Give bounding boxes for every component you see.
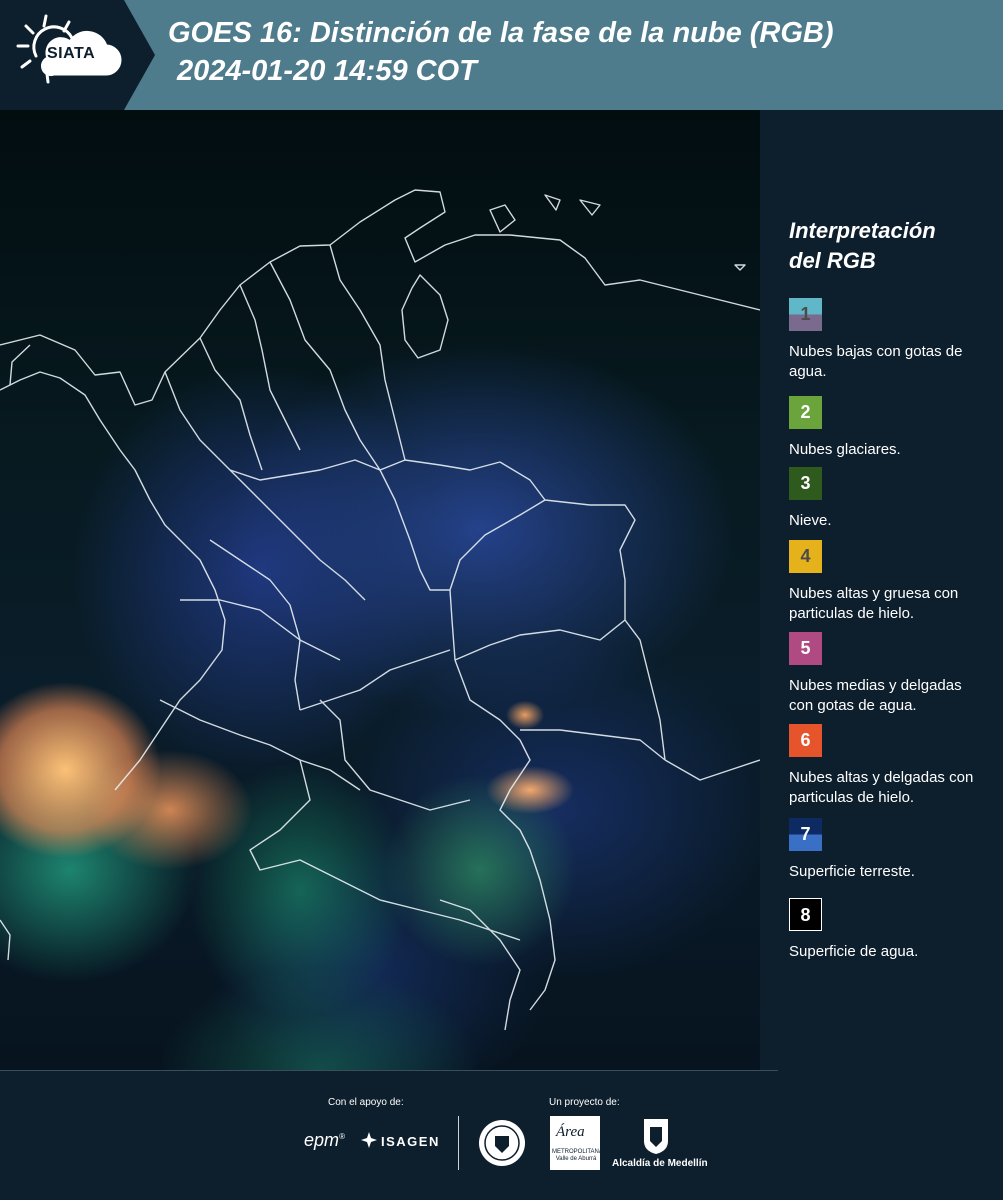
siata-logo-text: SIATA — [47, 45, 96, 62]
alcaldia-shield-icon — [644, 1119, 668, 1154]
legend-number: 5 — [800, 638, 811, 658]
area-logo-subtitle: METROPOLITANA Valle de Aburrá — [552, 1149, 603, 1162]
footer: Con el apoyo de: Un proyecto de: epm® IS… — [0, 1070, 1003, 1200]
title-product: GOES 16: Distinción de la fase de la nub… — [168, 17, 834, 49]
footer-separator — [458, 1116, 459, 1170]
legend-item-7: 7 Superficie terreste. — [789, 818, 989, 882]
legend-item-8: 8 Superficie de agua. — [789, 898, 989, 962]
project-label: Un proyecto de: — [549, 1097, 620, 1108]
legend-swatch-5: 5 — [789, 632, 822, 665]
alcaldia-logo-text: Alcaldía de Medellín — [612, 1158, 708, 1169]
epm-logo: epm® — [304, 1130, 345, 1150]
legend-swatch-4: 4 — [789, 540, 822, 573]
legend-number: 6 — [800, 730, 811, 750]
epm-logo-text: epm — [304, 1130, 340, 1150]
legend-swatch-3: 3 — [789, 467, 822, 500]
legend-number: 4 — [800, 546, 811, 566]
legend-description: Nubes altas y gruesa con particulas de h… — [789, 585, 959, 622]
legend-swatch-8: 8 — [789, 898, 822, 931]
title-timestamp: 2024-01-20 14:59 COT — [177, 55, 477, 87]
page-title: GOES 16: Distinción de la fase de la nub… — [168, 14, 988, 90]
legend-number: 3 — [800, 473, 811, 493]
legend-description: Superficie terreste. — [789, 863, 915, 880]
isagen-logo: ISAGEN — [381, 1134, 440, 1149]
legend-description: Nubes altas y delgadas con particulas de… — [789, 769, 974, 806]
legend-item-5: 5 Nubes medias y delgadas con gotas de ag… — [789, 632, 989, 716]
isagen-icon — [361, 1132, 377, 1148]
area-metropolitana-logo: Área METROPOLITANA Valle de Aburrá — [550, 1116, 603, 1170]
footer-divider — [0, 1070, 778, 1071]
legend-number: 7 — [800, 824, 811, 844]
legend-swatch-7: 7 — [789, 818, 822, 851]
legend-item-1: 1 Nubes bajas con gotas de agua. — [789, 298, 989, 382]
legend-description: Nubes bajas con gotas de agua. — [789, 343, 963, 380]
header-bar: SIATA GOES 16: Distinción de la fase de … — [0, 0, 1003, 110]
legend-description: Nieve. — [789, 512, 832, 529]
legend-number: 2 — [800, 402, 811, 422]
legend-description: Superficie de agua. — [789, 943, 919, 960]
country-borders — [0, 189, 760, 1031]
legend-item-3: 3 Nieve. — [789, 467, 989, 531]
legend-number: 1 — [800, 304, 811, 324]
satellite-map[interactable] — [0, 110, 760, 1070]
siata-logo: SIATA — [0, 0, 155, 110]
legend-item-4: 4 Nubes altas y gruesa con particulas de … — [789, 540, 989, 624]
legend: Interpretación del RGB — [789, 216, 999, 292]
legend-item-6: 6 Nubes altas y delgadas con particulas d… — [789, 724, 989, 808]
legend-swatch-2: 2 — [789, 396, 822, 429]
legend-item-2: 2 Nubes glaciares. — [789, 396, 989, 460]
legend-title: Interpretación del RGB — [789, 218, 936, 273]
legend-description: Nubes glaciares. — [789, 441, 901, 458]
legend-swatch-1: 1 — [789, 298, 822, 331]
gobernacion-seal-icon — [479, 1120, 525, 1166]
legend-swatch-6: 6 — [789, 724, 822, 757]
support-label: Con el apoyo de: — [328, 1097, 404, 1108]
legend-number: 8 — [800, 905, 811, 925]
legend-description: Nubes medias y delgadas con gotas de agu… — [789, 677, 962, 714]
area-logo-word: Área — [556, 1124, 585, 1140]
